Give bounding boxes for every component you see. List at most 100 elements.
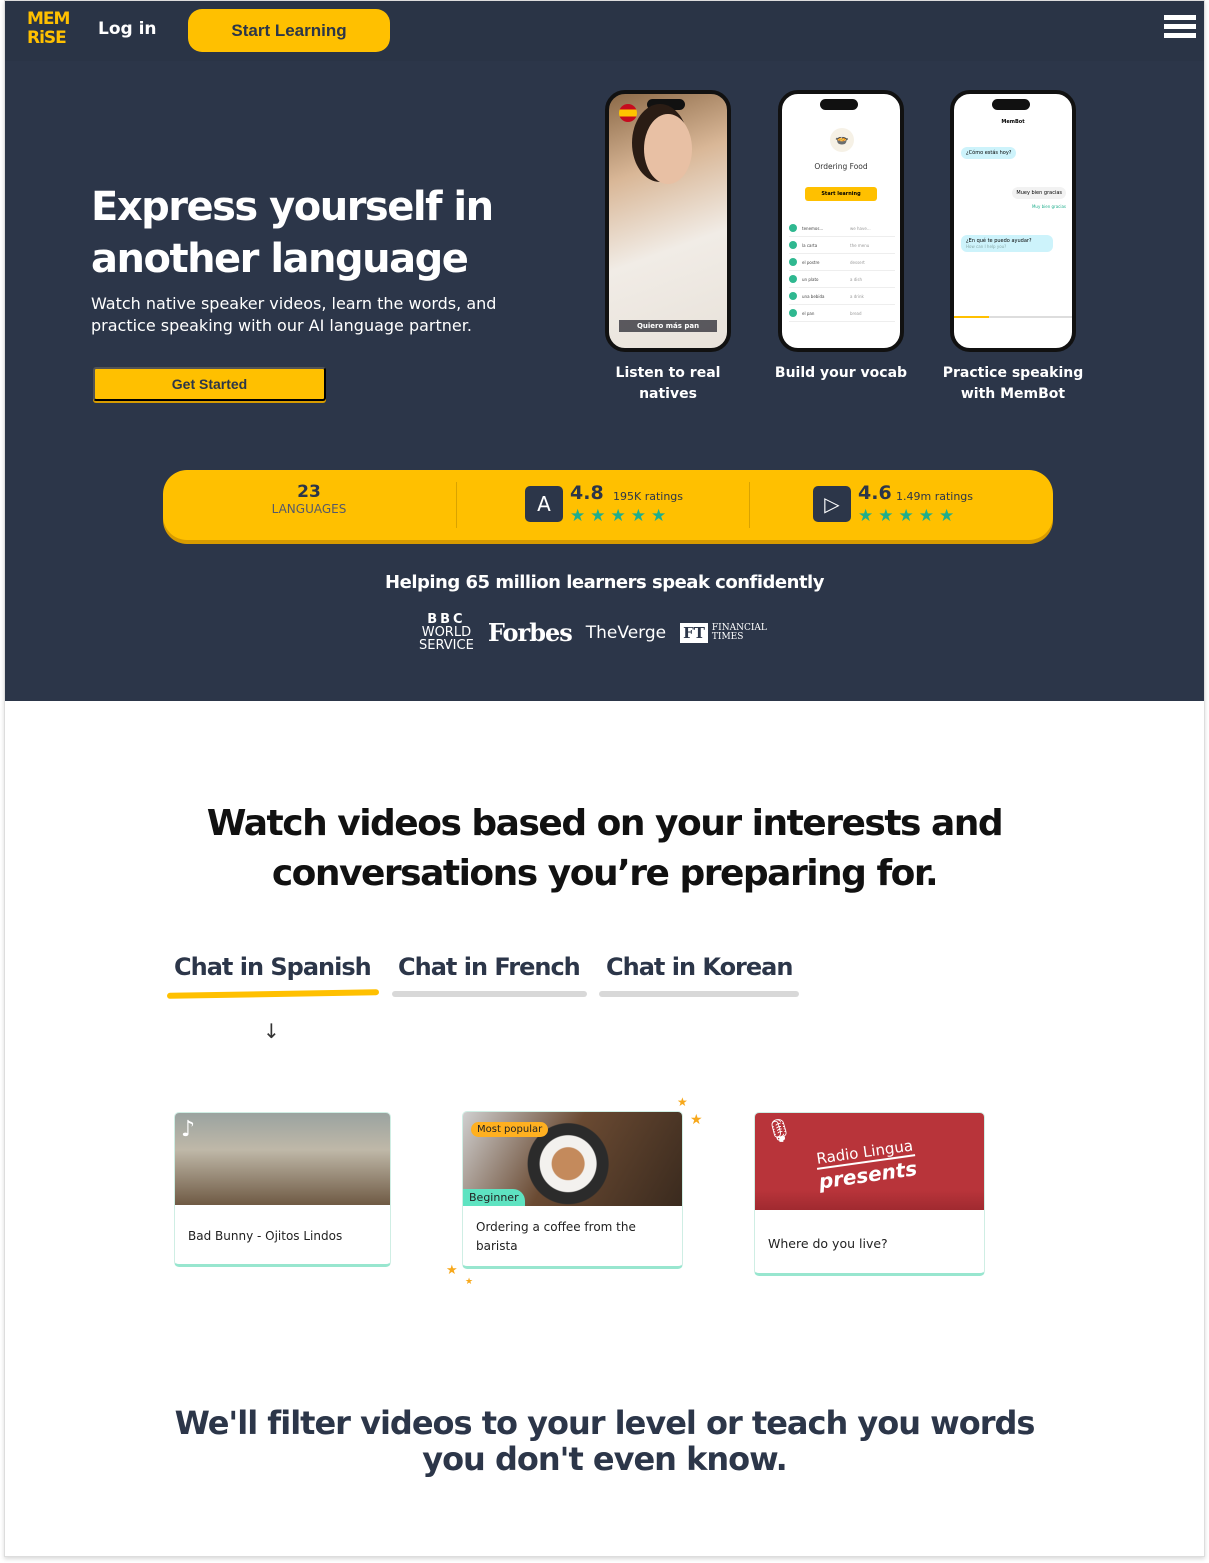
languages-label: LANGUAGES xyxy=(271,502,347,516)
woman-face-image xyxy=(644,114,692,184)
video-subtitle: Quiero más pan xyxy=(619,320,717,332)
logo-text: FT xyxy=(680,622,708,643)
word-avatar-icon xyxy=(789,275,797,283)
start-learning-button[interactable]: Start Learning xyxy=(188,9,390,52)
logo-text: TIMES xyxy=(711,631,744,642)
membot-header: MemBot xyxy=(1001,119,1025,125)
hero-section: MEM RiSE Log in Start Learning Express yo… xyxy=(5,1,1204,701)
tab-chat-in-spanish[interactable]: Chat in Spanish xyxy=(174,953,372,981)
vocab-word: un plato xyxy=(802,276,819,282)
bbc-world-service-logo: BBC WORLD SERVICE xyxy=(419,613,474,652)
video-card[interactable]: 🎙 Radio Lingua presents Where do you liv… xyxy=(754,1112,985,1276)
vocab-translation: a dish xyxy=(850,276,862,282)
languages-count: 23 xyxy=(297,482,321,502)
rating-count: 195K ratings xyxy=(613,490,684,503)
logo-text: RiSE xyxy=(27,28,67,48)
rating-value: 4.8 xyxy=(570,482,604,504)
phone-membot-mockup: MemBot ¿Cómo estás hoy? Muey bien gracia… xyxy=(950,90,1076,352)
vocab-translation: a drink xyxy=(850,293,864,299)
languages-stat: 23 LANGUAGES xyxy=(163,482,455,528)
video-card[interactable]: Most popular Beginner Ordering a coffee … xyxy=(462,1111,683,1269)
title-line: Express yourself in xyxy=(91,184,494,230)
sparkle-icon: ★ xyxy=(465,1277,474,1287)
translation-text: How can I help you? xyxy=(966,244,1007,249)
hamburger-menu-icon[interactable] xyxy=(1164,15,1196,45)
vocab-row: un plato a dish xyxy=(789,271,895,288)
vocab-translation: the menu xyxy=(850,242,870,248)
sparkle-icon: ★ xyxy=(690,1112,703,1128)
stats-bar: 23 LANGUAGES A 4.8 195K ratings ★★★★★ ▷ … xyxy=(163,470,1053,540)
vocab-row: tenemos... we have... xyxy=(789,220,895,237)
tab-underline xyxy=(599,991,799,997)
user-message: Muey bien gracias xyxy=(1012,187,1066,199)
video-thumbnail: ♪ xyxy=(175,1113,390,1205)
heading-line: We'll filter videos to your level or tea… xyxy=(174,1404,1036,1442)
logo-text: SERVICE xyxy=(419,638,474,653)
microphone-icon: 🎙 xyxy=(765,1119,793,1144)
music-note-icon: ♪ xyxy=(181,1117,196,1142)
bot-message: ¿Cómo estás hoy? xyxy=(961,147,1017,159)
rating-value: 4.6 xyxy=(858,482,892,504)
active-tab-underline xyxy=(166,989,380,999)
vocab-row: el postre dessert xyxy=(789,254,895,271)
vocab-list: tenemos... we have... la carta the menu el p… xyxy=(789,220,895,322)
press-logos: BBC WORLD SERVICE Forbes TheVerge FT FIN… xyxy=(419,613,767,652)
logo-text: MEM xyxy=(27,9,70,29)
video-card[interactable]: ♪ Bad Bunny - Ojitos Lindos xyxy=(174,1112,391,1267)
memrise-logo[interactable]: MEM RiSE xyxy=(27,9,70,48)
radio-lingua-logo: Radio Lingua presents xyxy=(814,1136,919,1194)
forbes-logo: Forbes xyxy=(487,618,573,647)
app-store-rating[interactable]: A 4.8 195K ratings ★★★★★ xyxy=(525,482,725,528)
hero-subtitle: Watch native speaker videos, learn the w… xyxy=(91,294,497,335)
word-avatar-icon xyxy=(789,241,797,249)
play-store-icon: ▷ xyxy=(813,486,851,522)
progress-bar xyxy=(954,316,1072,318)
level-badge: Beginner xyxy=(463,1189,525,1206)
learners-heading: Helping 65 million learners speak confid… xyxy=(385,572,824,593)
vocab-word: una bebida xyxy=(802,293,825,299)
vocab-row: una bebida a drink xyxy=(789,288,895,305)
hero-title: Express yourself in another language xyxy=(91,181,494,285)
vocab-word: tenemos... xyxy=(802,225,824,231)
tab-underline xyxy=(392,991,587,997)
app-store-icon: A xyxy=(525,486,563,522)
page: MEM RiSE Log in Start Learning Express yo… xyxy=(4,0,1205,1557)
vocab-translation: dessert xyxy=(850,259,865,265)
videos-heading: Watch videos based on your interests and… xyxy=(5,799,1204,899)
word-avatar-icon xyxy=(789,292,797,300)
rating-count: 1.49m ratings xyxy=(896,490,974,503)
top-nav: MEM RiSE Log in Start Learning xyxy=(5,1,1204,61)
tab-chat-in-korean[interactable]: Chat in Korean xyxy=(606,953,793,981)
star-rating-icon: ★★★★★ xyxy=(570,506,672,526)
vocab-translation: bread xyxy=(850,310,862,316)
heading-line: conversations you’re preparing for. xyxy=(271,853,939,894)
sparkle-icon: ★ xyxy=(446,1263,458,1278)
video-thumbnail: Most popular Beginner xyxy=(463,1112,682,1206)
vocab-translation: we have... xyxy=(850,225,871,231)
star-rating-icon: ★★★★★ xyxy=(858,506,960,526)
food-icon: 🍲 xyxy=(830,128,854,152)
filter-heading: We'll filter videos to your level or tea… xyxy=(5,1405,1204,1477)
word-avatar-icon xyxy=(789,309,797,317)
most-popular-badge: Most popular xyxy=(471,1122,549,1137)
video-thumbnail: 🎙 Radio Lingua presents xyxy=(755,1113,984,1210)
login-link[interactable]: Log in xyxy=(98,19,157,39)
arrow-down-icon: ↓ xyxy=(263,1019,280,1043)
play-store-rating[interactable]: ▷ 4.6 1.49m ratings ★★★★★ xyxy=(813,482,1013,528)
bot-message: ¿En qué te puedo ayudar? How can I help y… xyxy=(961,235,1053,252)
sparkle-icon: ★ xyxy=(677,1095,688,1109)
spain-flag-icon xyxy=(619,104,637,122)
financial-times-logo: FT FINANCIAL TIMES xyxy=(680,622,767,643)
phone-caption: Practice speaking with MemBot xyxy=(942,365,1084,402)
the-verge-logo: TheVerge xyxy=(585,622,667,643)
vocab-row: el pan bread xyxy=(789,305,895,322)
vocab-start-button[interactable]: Start learning xyxy=(805,187,877,201)
get-started-button[interactable]: Get Started xyxy=(93,367,326,401)
card-title: Where do you live? xyxy=(768,1236,888,1251)
tab-chat-in-french[interactable]: Chat in French xyxy=(398,953,581,981)
correction-text: Muy bien gracias xyxy=(1031,204,1066,209)
vocab-word: el pan xyxy=(802,310,815,316)
phone-video-mockup: Quiero más pan xyxy=(605,90,731,352)
title-line: another language xyxy=(91,236,469,282)
heading-line: you don't even know. xyxy=(422,1440,788,1478)
